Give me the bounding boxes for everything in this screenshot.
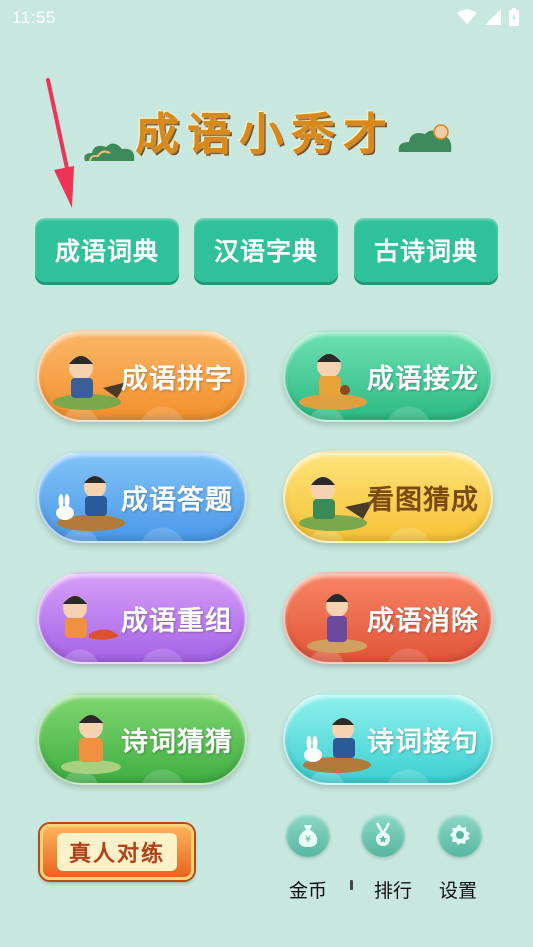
real-battle-label: 真人对练 [56, 833, 177, 871]
idiom-reorder-label: 成语重组 [121, 605, 233, 637]
arrow-pointer-icon [46, 78, 74, 208]
real-battle-button[interactable]: 真人对练 [40, 824, 194, 880]
gear-glyph [450, 825, 470, 845]
signal-icon [485, 9, 501, 25]
divider-mark [350, 880, 353, 890]
coin-bag-glyph: ¥ [298, 825, 318, 847]
poem-continue-label: 诗词接句 [367, 726, 479, 758]
ranking-label[interactable]: 排行 [363, 876, 423, 903]
coins-label[interactable]: 金币 [278, 876, 338, 903]
poem-guess-label: 诗词猜猜 [121, 726, 233, 758]
settings-label[interactable]: 设置 [428, 876, 488, 903]
idiom-spelling-label: 成语拼字 [121, 363, 233, 395]
app-title: 成语小秀才 [135, 109, 395, 160]
idiom-eliminate-label: 成语消除 [367, 605, 479, 637]
medal-icon[interactable] [361, 813, 405, 857]
poetry-dictionary-button[interactable]: 古诗词典 [354, 218, 498, 282]
idiom-dictionary-label: 成语词典 [54, 237, 159, 266]
coin-bag-icon[interactable]: ¥ [286, 813, 330, 857]
chinese-dictionary-button[interactable]: 汉语字典 [194, 218, 338, 282]
svg-text:¥: ¥ [305, 835, 311, 845]
idiom-spelling-button[interactable]: 成语拼字 [37, 330, 247, 422]
idiom-dictionary-button[interactable]: 成语词典 [35, 218, 179, 282]
poem-guess-button[interactable]: 诗词猜猜 [37, 693, 247, 785]
picture-guess-button[interactable]: 看图猜成 [283, 451, 493, 543]
status-time: 11:55 [12, 8, 56, 27]
picture-guess-label: 看图猜成 [367, 484, 479, 516]
gear-icon[interactable] [438, 813, 482, 857]
poem-continue-button[interactable]: 诗词接句 [283, 693, 493, 785]
wifi-icon [457, 9, 477, 24]
cloud-decoration-right [398, 124, 452, 152]
status-bar: 11:55 [0, 0, 533, 36]
medal-glyph [375, 822, 391, 846]
idiom-quiz-button[interactable]: 成语答题 [37, 451, 247, 543]
idiom-quiz-label: 成语答题 [121, 484, 233, 516]
idiom-eliminate-button[interactable]: 成语消除 [283, 572, 493, 664]
poetry-dictionary-label: 古诗词典 [373, 237, 478, 266]
idiom-chain-button[interactable]: 成语接龙 [283, 330, 493, 422]
battery-icon [509, 8, 519, 26]
status-icons [457, 8, 519, 26]
idiom-chain-label: 成语接龙 [367, 363, 479, 395]
chinese-dictionary-label: 汉语字典 [213, 237, 318, 266]
idiom-reorder-button[interactable]: 成语重组 [37, 572, 247, 664]
